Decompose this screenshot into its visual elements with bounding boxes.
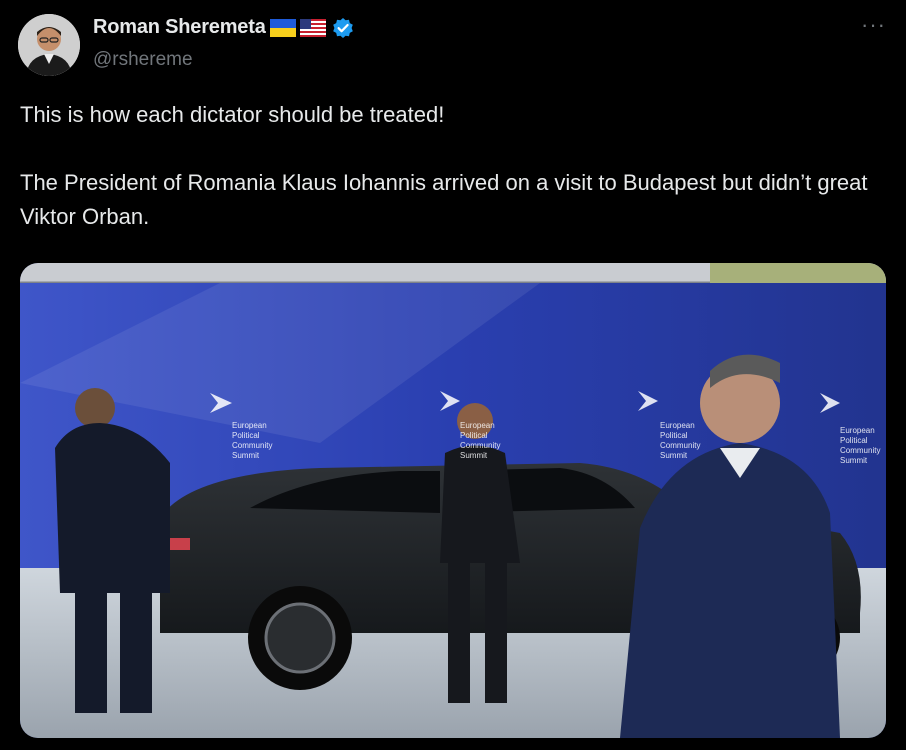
backdrop-sign-line: Political: [460, 431, 488, 440]
author-avatar[interactable]: [18, 14, 80, 76]
backdrop-sign-line: Summit: [232, 451, 260, 460]
author-display-name[interactable]: Roman Sheremeta: [93, 16, 266, 39]
verified-badge-icon: [332, 17, 353, 38]
backdrop-sign-line: Community: [460, 441, 500, 450]
author-handle[interactable]: @rshereme: [93, 49, 193, 71]
backdrop-sign-line: European: [232, 421, 267, 430]
author-line: Roman Sheremeta: [93, 16, 354, 39]
backdrop-sign-line: Community: [840, 446, 880, 455]
backdrop-sign-line: European: [460, 421, 495, 430]
backdrop-sign-line: Political: [660, 431, 688, 440]
backdrop-sign-line: Community: [660, 441, 700, 450]
tweet-media-video[interactable]: European Political Community Summit European…: [20, 263, 886, 738]
us-flag-icon: [299, 18, 326, 37]
backdrop-sign-line: Summit: [840, 456, 868, 465]
ukraine-flag-icon: [269, 18, 296, 37]
backdrop-sign-line: Community: [232, 441, 272, 450]
backdrop-sign-line: Summit: [460, 451, 488, 460]
backdrop-sign-line: Political: [232, 431, 260, 440]
backdrop-sign-line: Summit: [660, 451, 688, 460]
more-options-icon[interactable]: ···: [861, 14, 886, 36]
backdrop-sign-line: Political: [840, 436, 868, 445]
backdrop-sign-line: European: [840, 426, 875, 435]
tweet-text: This is how each dictator should be trea…: [20, 102, 868, 229]
backdrop-sign-line: European: [660, 421, 695, 430]
